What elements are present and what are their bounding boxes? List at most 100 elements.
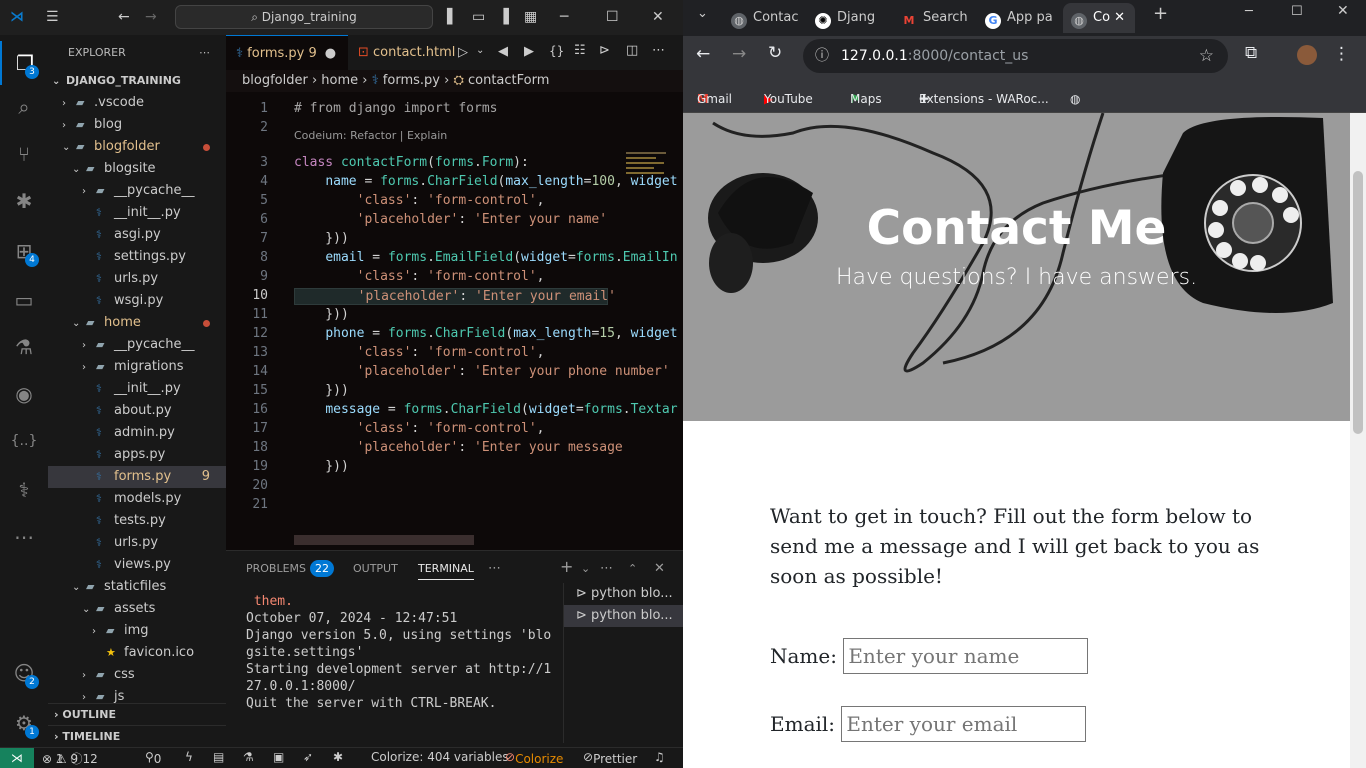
testing-icon[interactable]: ⚗ <box>0 325 48 369</box>
source-control-icon[interactable]: ⑂ <box>0 132 48 176</box>
code-editor[interactable]: Codeium: Refactor | Explain 1 # from djan… <box>226 92 683 550</box>
tree-item[interactable]: ⌄ ▰ home <box>48 312 226 334</box>
tab-terminal[interactable]: TERMINAL <box>418 559 474 580</box>
explorer-icon[interactable]: ❐ 3 <box>0 41 48 85</box>
tree-item[interactable]: › ▰ migrations <box>48 356 226 378</box>
code-line[interactable]: 'placeholder': 'Enter your phone number' <box>294 364 670 379</box>
tree-item[interactable]: › ▰ .vscode <box>48 92 226 114</box>
breadcrumb-item[interactable]: forms.py <box>383 73 440 88</box>
status-flash-icon[interactable]: ϟ <box>185 750 193 764</box>
tree-item[interactable]: ⚕ models.py <box>48 488 226 510</box>
maximize-panel-icon[interactable]: ⌃ <box>628 559 637 579</box>
code-line[interactable]: })) <box>294 459 349 474</box>
project-root[interactable]: ⌄ DJANGO_TRAINING <box>48 70 226 92</box>
tree-item[interactable]: ⚕ wsgi.py <box>48 290 226 312</box>
tree-item[interactable]: ⌄ ▰ blogsite <box>48 158 226 180</box>
code-line[interactable]: 'class': 'form-control', <box>294 269 545 284</box>
next-change-icon[interactable]: ▶ <box>524 44 534 59</box>
more-icon[interactable]: ⋯ <box>0 515 48 559</box>
chrome-tab[interactable]: ◍ Contac <box>723 3 805 33</box>
tree-item[interactable]: ★ favicon.ico <box>48 642 226 664</box>
extensions-icon[interactable]: ⧉ <box>1245 43 1257 63</box>
json-icon[interactable]: {..} <box>0 419 48 463</box>
search-view-icon[interactable]: ⌕ <box>0 85 48 129</box>
code-line[interactable]: })) <box>294 231 349 246</box>
close-window-icon[interactable]: ✕ <box>1337 3 1349 19</box>
previous-change-icon[interactable]: ◀ <box>498 44 508 59</box>
tree-item[interactable]: ⚕ __init__.py <box>48 378 226 400</box>
tab-contact-html[interactable]: ⊡ contact.html <box>348 35 458 70</box>
remote-explorer-icon[interactable]: ▭ <box>0 278 48 322</box>
site-info-icon[interactable]: ⓘ <box>815 39 829 73</box>
editor-more-icon[interactable]: ⋯ <box>652 43 665 58</box>
menu-icon[interactable]: ☰ <box>46 9 59 25</box>
code-line[interactable]: })) <box>294 307 349 322</box>
code-line[interactable]: class contactForm(forms.Form): <box>294 155 529 170</box>
accounts-icon[interactable]: ☺ 2 <box>0 651 48 695</box>
tree-item[interactable]: › ▰ img <box>48 620 226 642</box>
ports-indicator[interactable]: ⚲ 0 <box>145 750 161 766</box>
terminal-dropdown-icon[interactable]: ⌄ <box>581 559 590 579</box>
scrollbar-thumb[interactable] <box>1353 171 1363 434</box>
maximize-icon[interactable]: ☐ <box>606 9 619 25</box>
breadcrumb-item[interactable]: blogfolder <box>242 73 308 88</box>
tree-item[interactable]: ⚕ about.py <box>48 400 226 422</box>
codeium-icon[interactable]: ◉ <box>0 372 48 416</box>
close-panel-icon[interactable]: ✕ <box>654 559 665 579</box>
chrome-tab[interactable]: M Search <box>893 3 975 33</box>
code-line[interactable]: })) <box>294 383 349 398</box>
colorize-variables[interactable]: Colorize: 404 variables <box>371 750 509 764</box>
address-bar[interactable]: ⓘ 127.0.0.1:8000/contact_us ☆ <box>803 39 1228 73</box>
chrome-tab[interactable]: ✺ Djang <box>807 3 889 33</box>
toggle-sidebar-icon[interactable]: ▌ <box>447 9 458 25</box>
toggle-secondary-sidebar-icon[interactable]: ▐ <box>498 9 509 25</box>
close-icon[interactable]: ✕ <box>652 9 664 25</box>
debug-icon[interactable]: ✱ <box>0 179 48 223</box>
terminal-more-icon[interactable]: ⋯ <box>600 559 613 579</box>
errors-indicator[interactable]: ⊗ 1 ⚠ 9 ⓘ 12 <box>42 750 98 767</box>
terminal-item[interactable]: ⊳ python blo... <box>564 583 683 605</box>
code-line[interactable]: 'placeholder': 'Enter your email' <box>294 288 616 305</box>
tab-forms-py[interactable]: ⚕ forms.py 9 ● <box>226 35 348 70</box>
code-line[interactable]: message = forms.CharField(widget=forms.T… <box>294 402 677 417</box>
tab-output[interactable]: OUTPUT <box>353 559 398 579</box>
back-icon[interactable]: ← <box>118 9 130 25</box>
list-icon[interactable]: ☷ <box>574 43 586 58</box>
terminal-item[interactable]: ⊳ python blo... <box>564 605 683 627</box>
status-file-icon[interactable]: ▤ <box>213 750 224 764</box>
tree-item[interactable]: › ▰ __pycache__ <box>48 334 226 356</box>
code-line[interactable]: phone = forms.CharField(max_length=15, w… <box>294 326 677 341</box>
chrome-tab-active[interactable]: ◍ Co ✕ <box>1063 3 1135 33</box>
tree-item[interactable]: ⚕ urls.py <box>48 532 226 554</box>
tree-item[interactable]: ⚕ asgi.py <box>48 224 226 246</box>
prettier-button[interactable]: ⊘ Prettier <box>583 750 637 766</box>
status-bug-icon[interactable]: ✱ <box>333 750 343 764</box>
tree-item[interactable]: ⚕ admin.py <box>48 422 226 444</box>
minimize-icon[interactable]: ─ <box>560 9 568 25</box>
horizontal-scrollbar[interactable] <box>294 535 474 545</box>
status-doc-icon[interactable]: ▣ <box>273 750 284 764</box>
toggle-panel-icon[interactable]: ▭ <box>472 9 485 25</box>
new-tab-icon[interactable]: + <box>1153 3 1168 24</box>
remote-indicator-icon[interactable]: ⋊ <box>0 748 34 768</box>
extensions-icon[interactable]: ⊞ 4 <box>0 229 48 273</box>
reload-icon[interactable]: ↻ <box>768 43 782 63</box>
outline-section[interactable]: › OUTLINE <box>48 703 226 725</box>
code-line[interactable]: # from django import forms <box>294 101 498 116</box>
tree-item[interactable]: ⚕ tests.py <box>48 510 226 532</box>
page-scrollbar[interactable] <box>1350 113 1366 768</box>
forward-icon[interactable]: → <box>145 9 157 25</box>
explorer-more-icon[interactable]: ⋯ <box>199 35 210 70</box>
tab-search-icon[interactable]: ⌄ <box>697 6 708 21</box>
terminal-output[interactable]: them. October 07, 2024 - 12:47:51 Django v… <box>246 593 556 712</box>
tree-item[interactable]: ⌄ ▰ staticfiles <box>48 576 226 598</box>
maximize-icon[interactable]: ☐ <box>1291 4 1303 19</box>
tree-item[interactable]: ⚕ apps.py <box>48 444 226 466</box>
avatar[interactable] <box>1297 45 1317 65</box>
terminal-icon[interactable]: ⊳ <box>599 43 610 58</box>
tree-item[interactable]: › ▰ __pycache__ <box>48 180 226 202</box>
tree-item[interactable]: ⚕ views.py <box>48 554 226 576</box>
tree-item[interactable]: › ▰ blog <box>48 114 226 136</box>
breadcrumb-item[interactable]: contactForm <box>468 73 549 88</box>
tree-item[interactable]: ⚕ urls.py <box>48 268 226 290</box>
